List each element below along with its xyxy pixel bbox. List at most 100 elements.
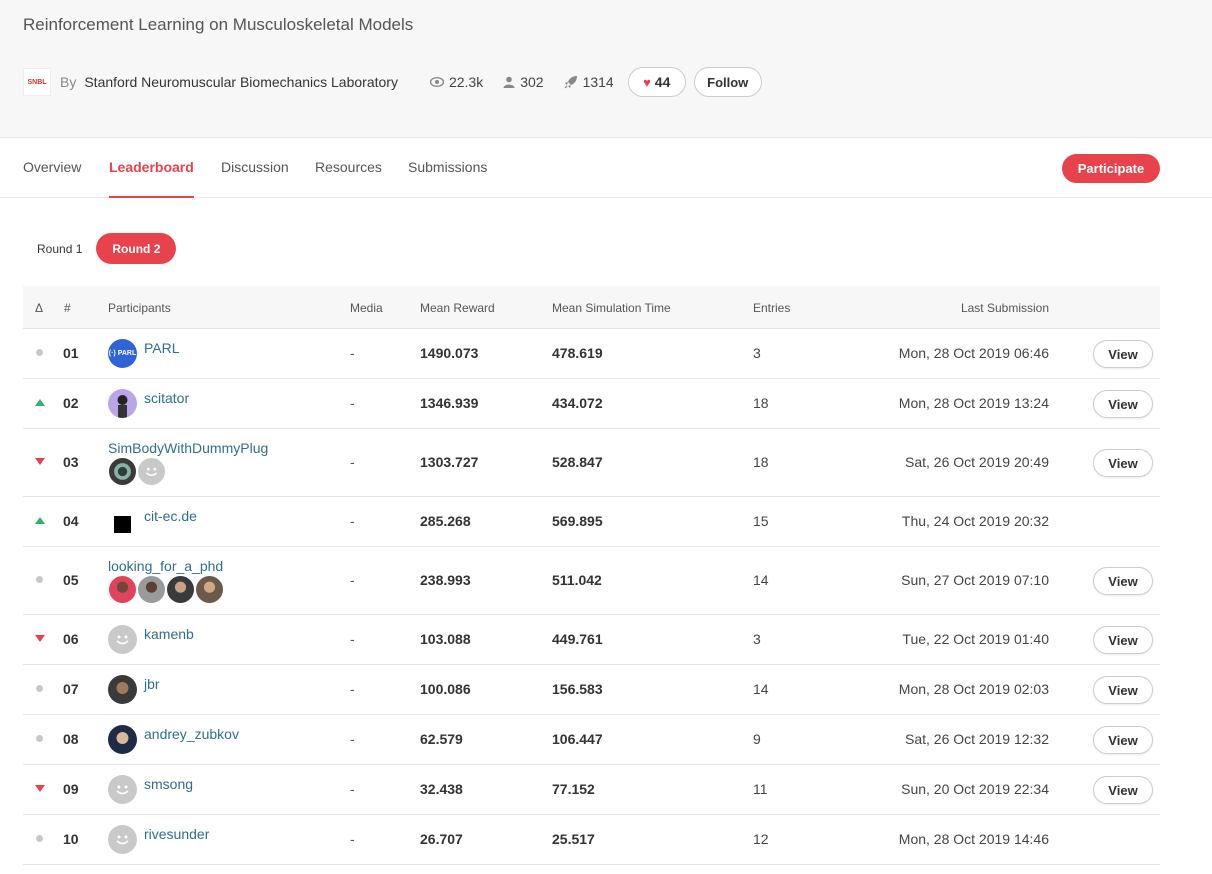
mean-reward: 285.268: [420, 513, 471, 529]
entries: 3: [753, 345, 761, 361]
last-submission: Thu, 24 Oct 2019 20:32: [901, 513, 1049, 529]
rank-down-icon: [35, 635, 45, 642]
participant-name[interactable]: cit-ec.de: [144, 508, 197, 524]
last-submission: Sun, 20 Oct 2019 22:34: [901, 781, 1049, 797]
challenge-tabs: Overview Leaderboard Discussion Resource…: [0, 139, 1212, 198]
entries: 14: [753, 572, 769, 588]
view-button[interactable]: View: [1093, 626, 1153, 654]
header-participants: Participants: [108, 301, 171, 315]
no-change-indicator: [36, 735, 43, 742]
header-mean-sim-time[interactable]: Mean Simulation Time: [552, 301, 671, 315]
rank: 04: [63, 513, 79, 529]
view-button[interactable]: View: [1093, 449, 1153, 477]
tab-discussion[interactable]: Discussion: [221, 159, 289, 198]
avatar[interactable]: [195, 575, 224, 604]
participant-name[interactable]: jbr: [144, 676, 160, 692]
round-1-tab[interactable]: Round 1: [23, 242, 96, 256]
entries: 14: [753, 681, 769, 697]
avatar[interactable]: [108, 775, 137, 804]
team-avatars: [108, 457, 166, 486]
mean-sim-time: 77.152: [552, 781, 595, 797]
avatar[interactable]: [108, 625, 137, 654]
view-button[interactable]: View: [1093, 776, 1153, 804]
challenge-title: Reinforcement Learning on Musculoskeleta…: [23, 15, 414, 34]
view-button[interactable]: View: [1093, 567, 1153, 595]
mean-reward: 103.088: [420, 631, 471, 647]
participant-name[interactable]: scitator: [144, 390, 189, 406]
rank: 09: [63, 781, 79, 797]
avatar[interactable]: [166, 575, 195, 604]
tab-submissions[interactable]: Submissions: [408, 159, 487, 198]
submissions-stat: 1314: [564, 74, 614, 90]
organizer-logo[interactable]: SNBL: [23, 68, 51, 96]
avatar[interactable]: [137, 575, 166, 604]
mean-reward: 32.438: [420, 781, 463, 797]
participate-button[interactable]: Participate: [1062, 154, 1160, 183]
participant-cell: kamenb: [108, 625, 194, 654]
like-button[interactable]: ♥ 44: [627, 67, 686, 97]
table-row: 03 SimBodyWithDummyPlug - 1303.727 528.8…: [23, 429, 1160, 497]
participant-cell: jbr: [108, 675, 160, 704]
tab-leaderboard[interactable]: Leaderboard: [109, 159, 194, 198]
user-icon: [503, 76, 515, 88]
media: -: [350, 513, 355, 529]
media: -: [350, 831, 355, 847]
participant-name[interactable]: kamenb: [144, 626, 194, 642]
eye-icon: [429, 77, 444, 87]
avatar[interactable]: [108, 389, 137, 418]
no-change-indicator: [36, 835, 43, 842]
rank: 01: [63, 345, 79, 361]
rocket-icon: [564, 76, 577, 89]
rank: 10: [63, 831, 79, 847]
rank: 08: [63, 731, 79, 747]
mean-reward: 238.993: [420, 572, 471, 588]
avatar[interactable]: (·) PARL: [108, 339, 137, 368]
avatar[interactable]: [108, 675, 137, 704]
mean-sim-time: 528.847: [552, 454, 603, 470]
avatar[interactable]: [108, 575, 137, 604]
header-mean-reward[interactable]: Mean Reward: [420, 301, 495, 315]
last-submission: Mon, 28 Oct 2019 13:24: [898, 395, 1049, 411]
avatar[interactable]: [137, 457, 166, 486]
organizer-link[interactable]: Stanford Neuromuscular Biomechanics Labo…: [84, 74, 398, 90]
participant-name[interactable]: rivesunder: [144, 826, 209, 842]
rank: 03: [63, 454, 79, 470]
mean-sim-time: 156.583: [552, 681, 603, 697]
rank: 02: [63, 395, 79, 411]
view-button[interactable]: View: [1093, 340, 1153, 368]
table-row: 02 scitator - 1346.939 434.072 18 Mon, 2…: [23, 379, 1160, 429]
mean-sim-time: 106.447: [552, 731, 603, 747]
tab-overview[interactable]: Overview: [23, 159, 81, 198]
mean-sim-time: 511.042: [552, 572, 602, 588]
tab-resources[interactable]: Resources: [315, 159, 382, 198]
views-stat: 22.3k: [429, 74, 484, 90]
mean-reward: 100.086: [420, 681, 471, 697]
view-button[interactable]: View: [1093, 726, 1153, 754]
entries: 18: [753, 395, 769, 411]
rank: 06: [63, 631, 79, 647]
mean-sim-time: 449.761: [552, 631, 603, 647]
follow-button[interactable]: Follow: [693, 67, 762, 97]
avatar[interactable]: [108, 457, 137, 486]
entries: 11: [753, 781, 768, 797]
participant-name[interactable]: andrey_zubkov: [144, 726, 239, 742]
participant-name[interactable]: PARL: [144, 340, 180, 356]
rank: 07: [63, 681, 79, 697]
participant-name[interactable]: looking_for_a_phd: [108, 558, 223, 574]
table-row: 08 andrey_zubkov - 62.579 106.447 9 Sat,…: [23, 715, 1160, 765]
header-media: Media: [350, 301, 383, 315]
avatar[interactable]: [108, 725, 137, 754]
round-2-tab[interactable]: Round 2: [96, 233, 177, 264]
views-count: 22.3k: [448, 74, 484, 90]
participant-name[interactable]: SimBodyWithDummyPlug: [108, 440, 268, 456]
avatar[interactable]: [108, 825, 137, 854]
view-button[interactable]: View: [1093, 390, 1153, 418]
avatar[interactable]: [108, 507, 137, 536]
challenge-header: Reinforcement Learning on Musculoskeleta…: [0, 0, 1212, 138]
view-button[interactable]: View: [1093, 676, 1153, 704]
leaderboard-table: Δ # Participants Media Mean Reward Mean …: [23, 286, 1160, 865]
last-submission: Sat, 26 Oct 2019 12:32: [905, 731, 1049, 747]
media: -: [350, 454, 355, 470]
entries: 15: [753, 513, 769, 529]
participant-name[interactable]: smsong: [144, 776, 193, 792]
